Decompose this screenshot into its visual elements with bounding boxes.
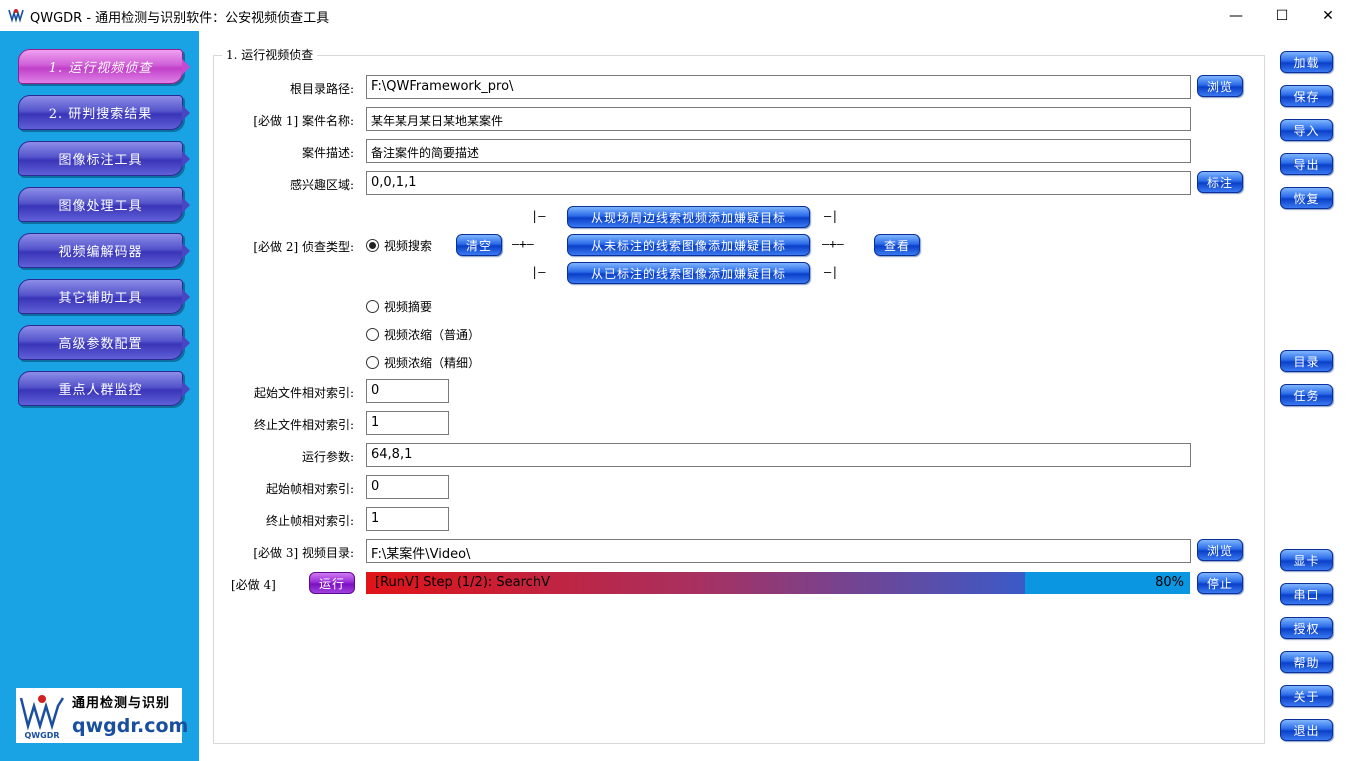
progress-bar: [RunV] Step (1/2): SearchV 80% — [366, 572, 1190, 594]
logo-chinese-text: 通用检测与识别 — [72, 696, 171, 711]
end-frame-index-label: 终止帧相对索引: — [265, 514, 354, 528]
start-file-index-input[interactable]: 0 — [366, 379, 449, 403]
case-name-label: [必做 1] 案件名称: — [253, 114, 354, 128]
annotate-roi-button[interactable]: 标注 — [1197, 171, 1243, 193]
radio-condense-normal-label: 视频浓缩（普通） — [384, 328, 481, 342]
nav-image-processing-tool[interactable]: 图像处理工具 — [18, 187, 190, 222]
start-frame-index-label: 起始帧相对索引: — [265, 482, 354, 496]
maximize-button[interactable]: ☐ — [1259, 0, 1305, 31]
connector-top-right: —| — [824, 209, 839, 223]
app-logo-icon — [8, 9, 24, 23]
add-from-labeled-images-button[interactable]: 从已标注的线索图像添加嫌疑目标 — [567, 262, 810, 284]
radio-video-search[interactable]: 视频搜索 — [366, 237, 432, 254]
serial-port-button[interactable]: 串口 — [1280, 583, 1333, 605]
radio-unselected-icon — [366, 328, 379, 341]
left-sidebar: 1. 运行视频侦查 2. 研判搜索结果 图像标注工具 图像处理工具 视频编解码器… — [0, 31, 199, 761]
nav-image-annotation-tool[interactable]: 图像标注工具 — [18, 141, 190, 176]
clear-button[interactable]: 清空 — [456, 234, 502, 256]
logo-english-text: qwgdr.com — [72, 715, 189, 737]
task-button[interactable]: 任务 — [1280, 384, 1333, 406]
run-button[interactable]: 运行 — [309, 572, 355, 594]
main-group-title: 1. 运行视频侦查 — [222, 46, 318, 63]
progress-status-text: [RunV] Step (1/2): SearchV — [375, 575, 550, 590]
help-button[interactable]: 帮助 — [1280, 651, 1333, 673]
nav-other-tools[interactable]: 其它辅助工具 — [18, 279, 190, 314]
license-button[interactable]: 授权 — [1280, 617, 1333, 639]
radio-video-summary[interactable]: 视频摘要 — [366, 298, 432, 315]
about-button[interactable]: 关于 — [1280, 685, 1333, 707]
title-bar: QWGDR - 通用检测与识别软件：公安视频侦查工具 — ☐ ✕ — [0, 0, 1351, 31]
case-name-input[interactable]: 某年某月某日某地某案件 — [366, 107, 1191, 131]
end-file-index-input[interactable]: 1 — [366, 411, 449, 435]
load-button[interactable]: 加载 — [1280, 51, 1333, 73]
browse-root-button[interactable]: 浏览 — [1197, 75, 1243, 97]
nav-video-codec[interactable]: 视频编解码器 — [18, 233, 190, 268]
step4-label: [必做 4] — [231, 578, 276, 592]
root-path-label: 根目录路径: — [289, 82, 354, 96]
radio-condense-normal[interactable]: 视频浓缩（普通） — [366, 326, 480, 343]
progress-percent: 80% — [1155, 575, 1184, 590]
browse-video-dir-button[interactable]: 浏览 — [1197, 539, 1243, 561]
start-frame-index-input[interactable]: 0 — [366, 475, 449, 499]
investigation-type-label: [必做 2] 侦查类型: — [253, 240, 354, 254]
catalog-button[interactable]: 目录 — [1280, 350, 1333, 372]
connector-bottom-left: |— — [531, 265, 546, 279]
radio-video-summary-label: 视频摘要 — [384, 300, 433, 314]
video-dir-input[interactable]: F:\某案件\Video\ — [366, 539, 1191, 563]
connector-mid-right: —+— — [822, 237, 844, 251]
end-frame-index-input[interactable]: 1 — [366, 507, 449, 531]
gpu-button[interactable]: 显卡 — [1280, 549, 1333, 571]
roi-label: 感兴趣区域: — [289, 178, 354, 192]
view-targets-button[interactable]: 查看 — [874, 234, 920, 256]
save-button[interactable]: 保存 — [1280, 85, 1333, 107]
minimize-button[interactable]: — — [1213, 0, 1259, 31]
root-path-input[interactable]: F:\QWFramework_pro\ — [366, 75, 1191, 99]
case-description-input[interactable]: 备注案件的简要描述 — [366, 139, 1191, 163]
radio-video-search-label: 视频搜索 — [384, 239, 433, 253]
restore-button[interactable]: 恢复 — [1280, 187, 1333, 209]
radio-unselected-icon — [366, 356, 379, 369]
nav-advanced-config[interactable]: 高级参数配置 — [18, 325, 190, 360]
brand-logo: QWGDR 通用检测与识别 qwgdr.com — [16, 688, 188, 743]
nav-review-search-results[interactable]: 2. 研判搜索结果 — [18, 95, 190, 130]
run-params-label: 运行参数: — [301, 450, 354, 464]
connector-mid-left: —+— — [512, 237, 534, 251]
exit-button[interactable]: 退出 — [1280, 719, 1333, 741]
import-button[interactable]: 导入 — [1280, 119, 1333, 141]
export-button[interactable]: 导出 — [1280, 153, 1333, 175]
case-description-label: 案件描述: — [301, 146, 354, 160]
connector-top-left: |— — [531, 209, 546, 223]
qwgdr-logo-icon: QWGDR — [19, 695, 65, 740]
run-params-input[interactable]: 64,8,1 — [366, 443, 1191, 467]
radio-unselected-icon — [366, 300, 379, 313]
close-button[interactable]: ✕ — [1305, 0, 1351, 31]
start-file-index-label: 起始文件相对索引: — [253, 386, 354, 400]
nav-run-video-investigation[interactable]: 1. 运行视频侦查 — [18, 49, 190, 84]
radio-condense-fine-label: 视频浓缩（精细） — [384, 356, 481, 370]
radio-condense-fine[interactable]: 视频浓缩（精细） — [366, 354, 480, 371]
nav-key-group-monitor[interactable]: 重点人群监控 — [18, 371, 190, 406]
stop-button[interactable]: 停止 — [1197, 572, 1243, 594]
end-file-index-label: 终止文件相对索引: — [253, 418, 354, 432]
logo-mark-text: QWGDR — [25, 731, 60, 740]
add-from-unlabeled-images-button[interactable]: 从未标注的线索图像添加嫌疑目标 — [567, 234, 810, 256]
video-dir-label: [必做 3] 视频目录: — [253, 546, 354, 560]
window-title: QWGDR - 通用检测与识别软件：公安视频侦查工具 — [30, 11, 330, 26]
add-from-scene-video-button[interactable]: 从现场周边线索视频添加嫌疑目标 — [567, 206, 810, 228]
connector-bottom-right: —| — [824, 265, 839, 279]
radio-selected-icon — [366, 239, 379, 252]
roi-input[interactable]: 0,0,1,1 — [366, 171, 1191, 195]
